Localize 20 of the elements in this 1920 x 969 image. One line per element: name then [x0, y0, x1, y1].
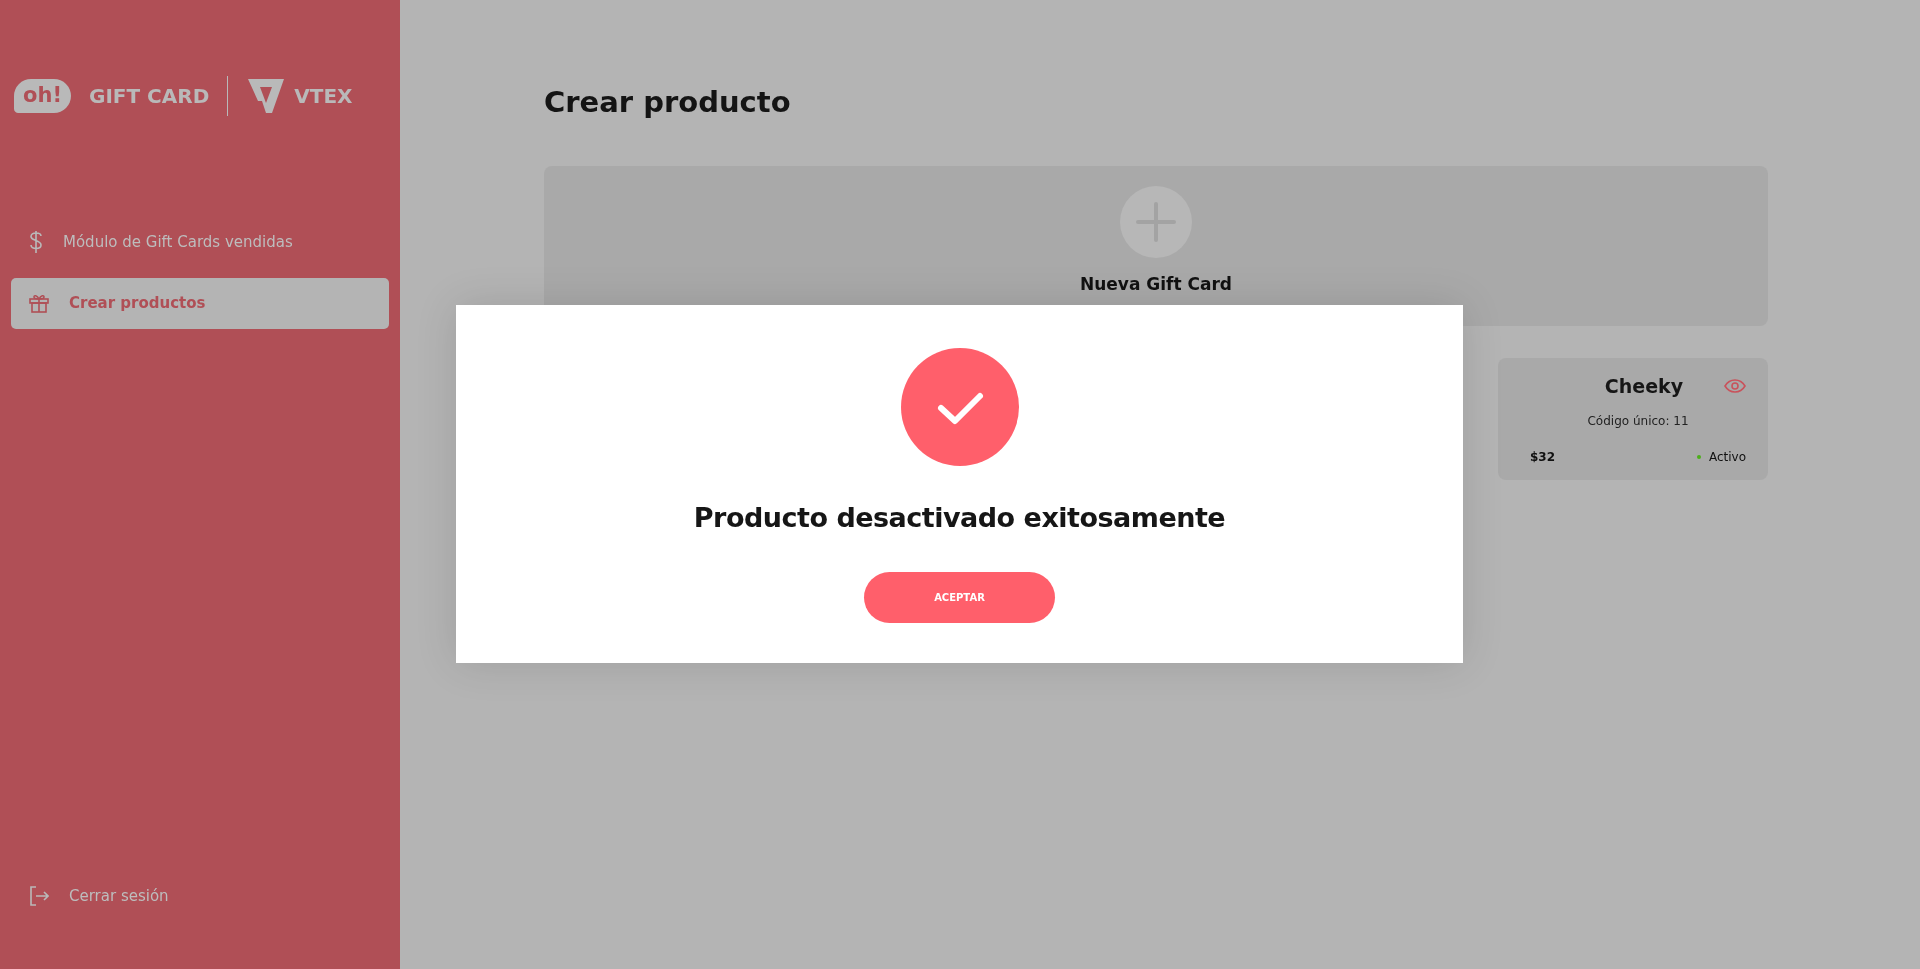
eye-icon[interactable] [1724, 379, 1746, 394]
logo-icon [246, 77, 287, 115]
product-name: Cheeky [1604, 373, 1684, 399]
check-icon [900, 348, 1019, 466]
new-gift-card-button[interactable]: Nueva Gift Card [544, 165, 1768, 326]
logout-icon [29, 885, 49, 906]
gift-icon [29, 293, 49, 314]
logo-badge: oh! [14, 79, 71, 113]
logo-text: VTEX [294, 83, 353, 110]
sidebar-item[interactable]: Crear productos [11, 278, 389, 329]
logo-text: GIFT CARD [88, 83, 210, 110]
logout-link[interactable]: Cerrar sesión [11, 870, 389, 921]
sidebar-item[interactable]: Módulo de Gift Cards vendidas [11, 216, 389, 268]
accept-button[interactable]: ACEPTAR [864, 572, 1055, 624]
page-title: Crear producto [544, 85, 792, 120]
product-status: Activo [1708, 449, 1746, 467]
dollar-icon [29, 230, 43, 254]
product-code: Código único: 11 [1586, 413, 1690, 431]
dialog-message: Producto desactivado exitosamente [693, 502, 1226, 535]
product-price: $32 [1530, 449, 1556, 467]
